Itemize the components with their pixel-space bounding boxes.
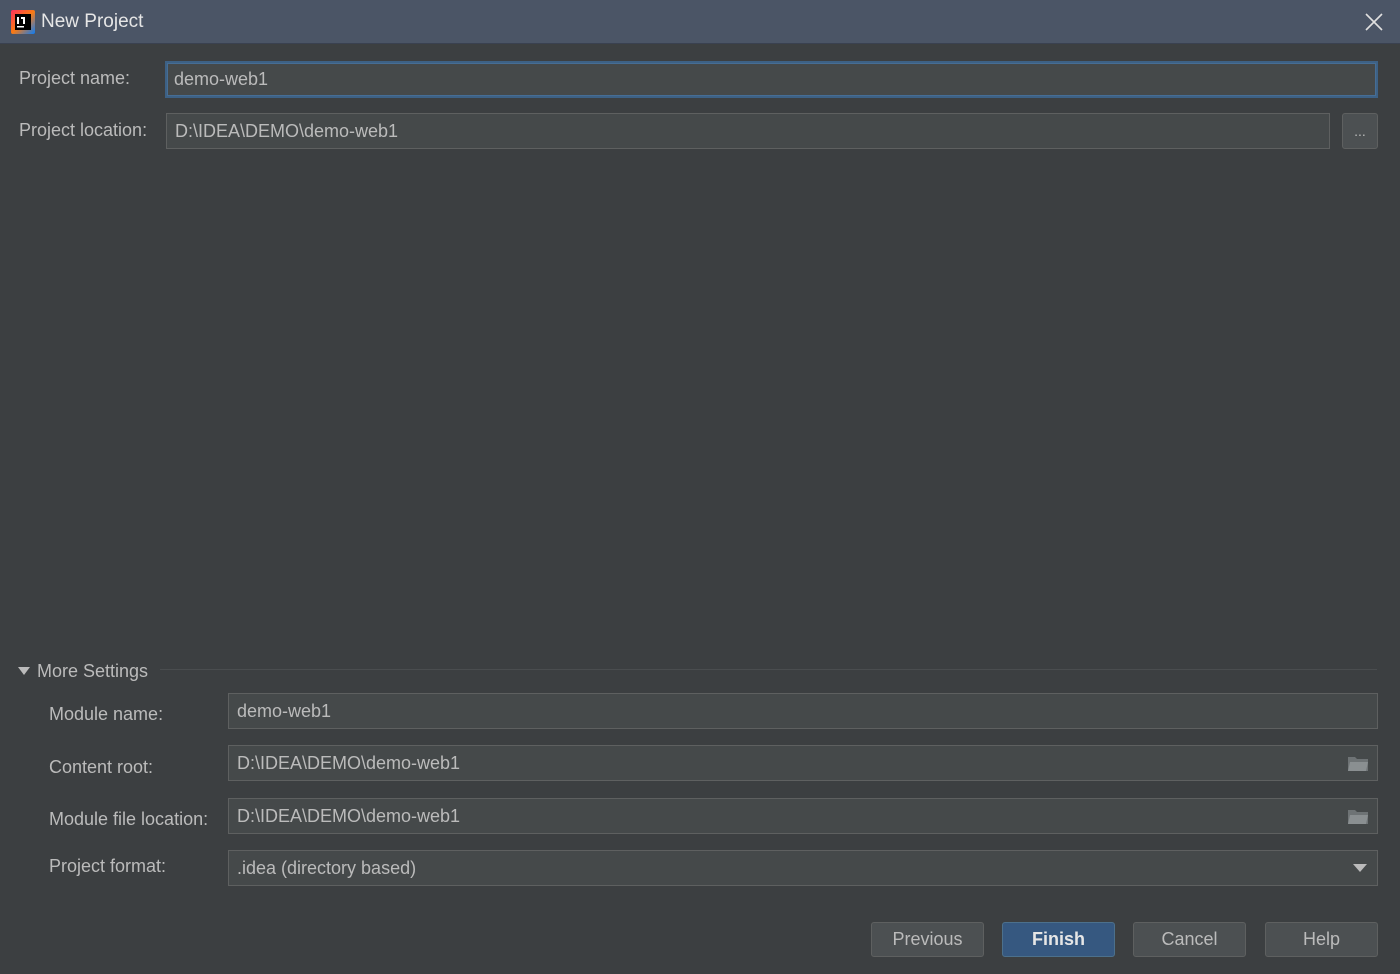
section-separator (160, 669, 1377, 670)
window-title: New Project (41, 11, 144, 32)
close-button[interactable] (1356, 4, 1392, 40)
project-format-label: Project format: (49, 856, 167, 876)
project-name-value: demo-web1 (174, 69, 269, 89)
module-file-location-value: D:\IDEA\DEMO\demo-web1 (237, 805, 461, 826)
folder-icon[interactable] (1347, 807, 1369, 825)
cancel-button[interactable]: Cancel (1133, 922, 1246, 957)
module-name-value: demo-web1 (237, 700, 332, 721)
chevron-down-icon (1353, 864, 1367, 872)
help-button[interactable]: Help (1265, 922, 1378, 957)
cancel-button-label: Cancel (1161, 929, 1218, 949)
intellij-idea-icon (11, 10, 35, 34)
title-bar: New Project (0, 0, 1400, 44)
more-settings-toggle[interactable]: More Settings (18, 659, 148, 683)
project-name-input[interactable]: demo-web1 (165, 61, 1378, 98)
content-root-input[interactable]: D:\IDEA\DEMO\demo-web1 (228, 745, 1378, 781)
browse-button-label: ... (1354, 123, 1366, 139)
project-name-label: Project name: (19, 68, 131, 88)
project-location-label: Project location: (19, 120, 148, 140)
triangle-down-icon (18, 667, 30, 675)
folder-icon[interactable] (1347, 754, 1369, 772)
module-name-label: Module name: (49, 704, 164, 724)
finish-button[interactable]: Finish (1002, 922, 1115, 957)
browse-location-button[interactable]: ... (1342, 113, 1378, 149)
project-format-value: .idea (directory based) (237, 857, 417, 878)
project-format-select[interactable]: .idea (directory based) (228, 850, 1378, 886)
more-settings-label: More Settings (37, 660, 149, 681)
previous-button[interactable]: Previous (871, 922, 984, 957)
module-file-location-label: Module file location: (49, 809, 209, 829)
close-icon (1365, 13, 1383, 31)
help-button-label: Help (1302, 929, 1341, 949)
content-root-value: D:\IDEA\DEMO\demo-web1 (237, 752, 461, 773)
project-location-value: D:\IDEA\DEMO\demo-web1 (175, 120, 399, 141)
module-file-location-input[interactable]: D:\IDEA\DEMO\demo-web1 (228, 798, 1378, 834)
previous-button-label: Previous (892, 929, 963, 949)
project-location-input[interactable]: D:\IDEA\DEMO\demo-web1 (166, 113, 1330, 149)
module-name-input[interactable]: demo-web1 (228, 693, 1378, 729)
content-root-label: Content root: (49, 757, 154, 777)
finish-button-label: Finish (1032, 929, 1085, 949)
